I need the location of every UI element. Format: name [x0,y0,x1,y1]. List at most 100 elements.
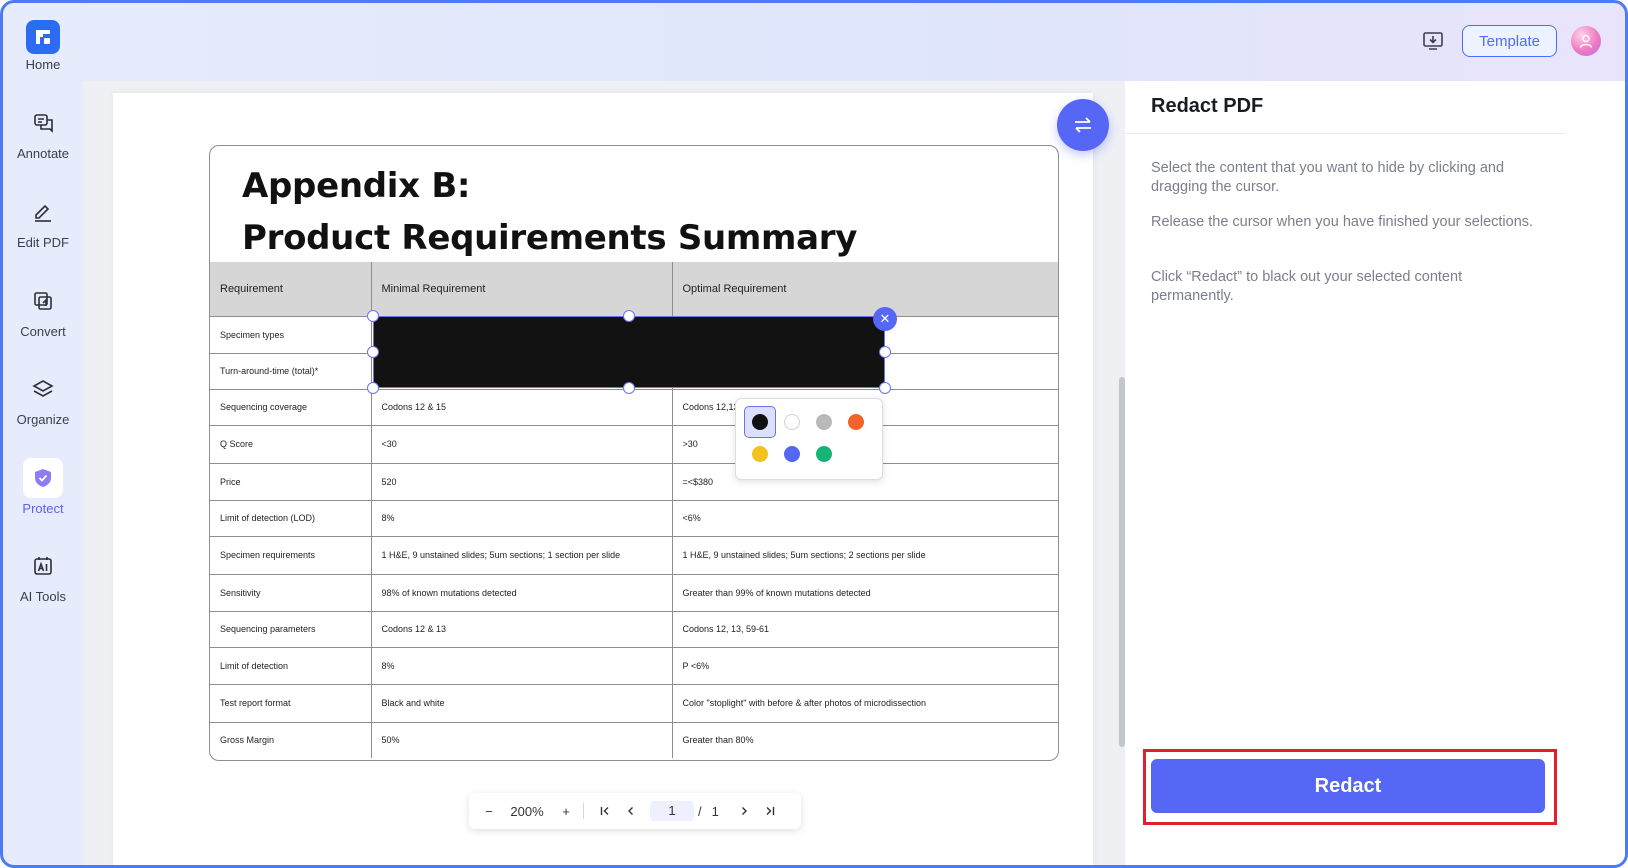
table-cell[interactable]: Codons 12 & 15 [370,388,673,426]
annotate-icon [23,103,63,143]
protect-icon [23,458,63,498]
color-swatch-black[interactable] [752,414,768,430]
table-cell[interactable]: 8% [370,646,673,685]
sidebar-item-home[interactable]: Home [3,20,83,72]
resize-handle-top[interactable] [623,310,635,322]
total-pages: 1 [711,803,719,819]
sidebar-item-label: Annotate [16,146,70,161]
zoom-level[interactable]: 200% [507,804,547,819]
top-actions: Template [1418,25,1601,57]
table-cell[interactable]: Sensitivity [210,573,372,612]
template-button[interactable]: Template [1462,25,1557,57]
sidebar-item-protect[interactable]: Protect [3,458,83,516]
table-row: Sensitivity 98% of known mutations detect… [210,573,1058,612]
next-page-icon[interactable] [737,806,751,816]
table-cell[interactable]: Sequencing parameters [210,610,372,648]
home-logo [26,20,60,54]
table-row: Q Score <30 >30 [210,424,1058,464]
swap-panel-button[interactable] [1057,99,1109,151]
resize-handle-bottom[interactable] [623,382,635,394]
zoom-in-icon[interactable]: + [559,804,573,819]
title-line-1[interactable]: Appendix B: [242,160,857,212]
color-swatch-blue[interactable] [784,446,800,462]
table-row: Limit of detection (LOD) 8% <6% [210,499,1058,537]
color-swatch-yellow[interactable] [752,446,768,462]
last-page-icon[interactable] [763,806,777,816]
resize-handle-left[interactable] [367,346,379,358]
sidebar: Home Annotate Edit PDF Convert Organize … [3,3,83,865]
sidebar-item-label: Home [25,57,61,72]
table-cell[interactable]: 8% [370,499,673,537]
redaction-box[interactable] [373,316,885,388]
table-row: Sequencing parameters Codons 12 & 13 Codon… [210,610,1058,648]
table-row: Gross Margin 50% Greater than 80% [210,721,1058,758]
resize-handle-bottom-left[interactable] [367,382,379,394]
page-number-input[interactable]: 1 [650,801,694,821]
table-cell[interactable]: Limit of detection (LOD) [210,499,372,537]
document-title[interactable]: Appendix B: Product Requirements Summary [242,160,857,264]
sidebar-item-annotate[interactable]: Annotate [3,103,83,161]
sidebar-item-ai-tools[interactable]: AI Tools [3,546,83,604]
zoom-out-icon[interactable]: − [481,804,497,819]
table-cell[interactable]: Greater than 80% [671,721,1058,758]
table-row: Test report format Black and white Color "… [210,683,1058,723]
divider [1125,133,1565,134]
table-cell[interactable]: Specimen requirements [210,535,372,575]
table-cell[interactable]: 50% [370,721,673,758]
table-row: Price 520 =<$380 [210,462,1058,501]
first-page-icon[interactable] [598,806,612,816]
remove-redaction-icon[interactable]: ✕ [873,307,897,331]
table-header-cell[interactable]: Requirement [210,262,372,317]
table-cell[interactable]: Q Score [210,424,372,464]
document-card: Appendix B: Product Requirements Summary… [209,145,1059,761]
document-viewer[interactable]: Appendix B: Product Requirements Summary… [83,81,1125,865]
table-cell[interactable]: Test report format [210,683,372,723]
resize-handle-top-left[interactable] [367,310,379,322]
table-row: Specimen requirements 1 H&E, 9 unstained … [210,535,1058,575]
table-cell[interactable]: Black and white [370,683,673,723]
table-header-cell[interactable]: Minimal Requirement [370,262,673,317]
download-icon[interactable] [1418,26,1448,56]
table-cell[interactable]: Color "stoplight" with before & after ph… [671,683,1058,723]
divider [583,803,584,819]
redact-button[interactable]: Redact [1151,759,1545,813]
table-cell[interactable]: <30 [370,424,673,464]
color-swatch-gray[interactable] [816,414,832,430]
color-swatch-orange[interactable] [848,414,864,430]
table-cell[interactable]: 520 [370,462,673,501]
table-cell[interactable]: Specimen types [210,315,372,354]
table-cell[interactable]: 98% of known mutations detected [370,573,673,612]
table-cell[interactable]: <6% [671,499,1058,537]
color-swatch-white[interactable] [784,414,800,430]
resize-handle-right[interactable] [879,346,891,358]
table-cell[interactable]: Greater than 99% of known mutations dete… [671,573,1058,612]
sidebar-item-organize[interactable]: Organize [3,369,83,427]
page-separator: / [698,803,702,819]
instruction-1: Select the content that you want to hide… [1151,160,1505,195]
table-cell[interactable]: Price [210,462,372,501]
table-cell[interactable]: Limit of detection [210,646,372,685]
table-cell[interactable]: Turn-around-time (total)* [210,352,372,390]
top-bar: Template [3,3,1625,81]
sidebar-item-convert[interactable]: Convert [3,281,83,339]
table-cell[interactable]: Codons 12, 13, 59-61 [671,610,1058,648]
title-line-2[interactable]: Product Requirements Summary [242,212,857,264]
table-cell[interactable]: P <6% [671,646,1058,685]
table-cell[interactable]: Sequencing coverage [210,388,372,426]
previous-page-icon[interactable] [624,806,638,816]
table-cell[interactable]: 1 H&E, 9 unstained slides; 5um sections;… [671,535,1058,575]
table-header-cell[interactable]: Optimal Requirement [671,262,1058,317]
color-picker [735,398,883,480]
table-cell[interactable]: Gross Margin [210,721,372,758]
resize-handle-bottom-right[interactable] [879,382,891,394]
organize-icon [23,369,63,409]
table-row: Sequencing coverage Codons 12 & 15 Codons … [210,388,1058,426]
sidebar-item-label: Edit PDF [16,235,69,250]
pdf-page[interactable]: Appendix B: Product Requirements Summary… [113,93,1093,865]
color-swatch-green[interactable] [816,446,832,462]
sidebar-item-edit-pdf[interactable]: Edit PDF [3,192,83,250]
table-cell[interactable]: Codons 12 & 13 [370,610,673,648]
avatar[interactable] [1571,26,1601,56]
table-cell[interactable]: 1 H&E, 9 unstained slides; 5um sections;… [370,535,673,575]
convert-icon [23,281,63,321]
